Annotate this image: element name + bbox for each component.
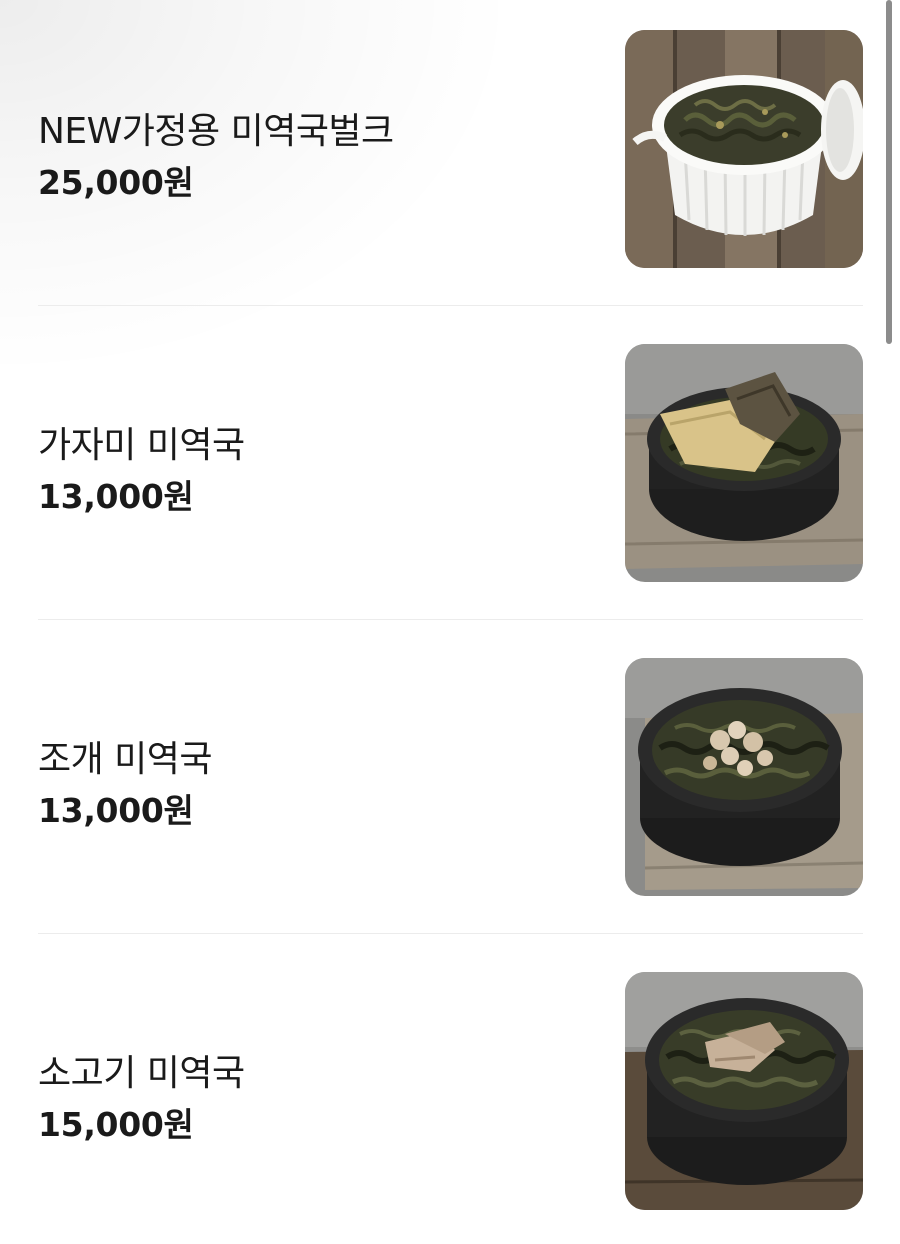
menu-item-clam[interactable]: 조개 미역국 13,000원 xyxy=(38,658,863,896)
menu-item-info: 조개 미역국 13,000원 xyxy=(38,658,598,896)
item-divider xyxy=(38,933,863,934)
menu-item-photo[interactable] xyxy=(625,30,863,268)
menu-item-price: 13,000원 xyxy=(38,791,194,830)
menu-item-name: 소고기 미역국 xyxy=(38,1053,245,1094)
menu-item-price: 13,000원 xyxy=(38,477,194,516)
item-divider xyxy=(38,619,863,620)
menu-item-photo[interactable] xyxy=(625,972,863,1210)
menu-item-name: 가자미 미역국 xyxy=(38,425,245,466)
scrollbar[interactable] xyxy=(886,0,892,344)
menu-item-photo[interactable] xyxy=(625,344,863,582)
menu-item-name: 조개 미역국 xyxy=(38,739,213,780)
menu-item-info: 가자미 미역국 13,000원 xyxy=(38,344,598,582)
menu-item-info: 소고기 미역국 15,000원 xyxy=(38,972,598,1210)
menu-item-name: NEW가정용 미역국벌크 xyxy=(38,111,394,152)
menu-item-price: 25,000원 xyxy=(38,163,194,202)
menu-item-flounder[interactable]: 가자미 미역국 13,000원 xyxy=(38,344,863,582)
menu-item-photo[interactable] xyxy=(625,658,863,896)
menu-item-info: NEW가정용 미역국벌크 25,000원 xyxy=(38,30,598,268)
item-divider xyxy=(38,305,863,306)
menu-item-beef[interactable]: 소고기 미역국 15,000원 xyxy=(38,972,863,1210)
menu-item-bulk[interactable]: NEW가정용 미역국벌크 25,000원 xyxy=(38,30,863,268)
menu-item-price: 15,000원 xyxy=(38,1105,194,1144)
